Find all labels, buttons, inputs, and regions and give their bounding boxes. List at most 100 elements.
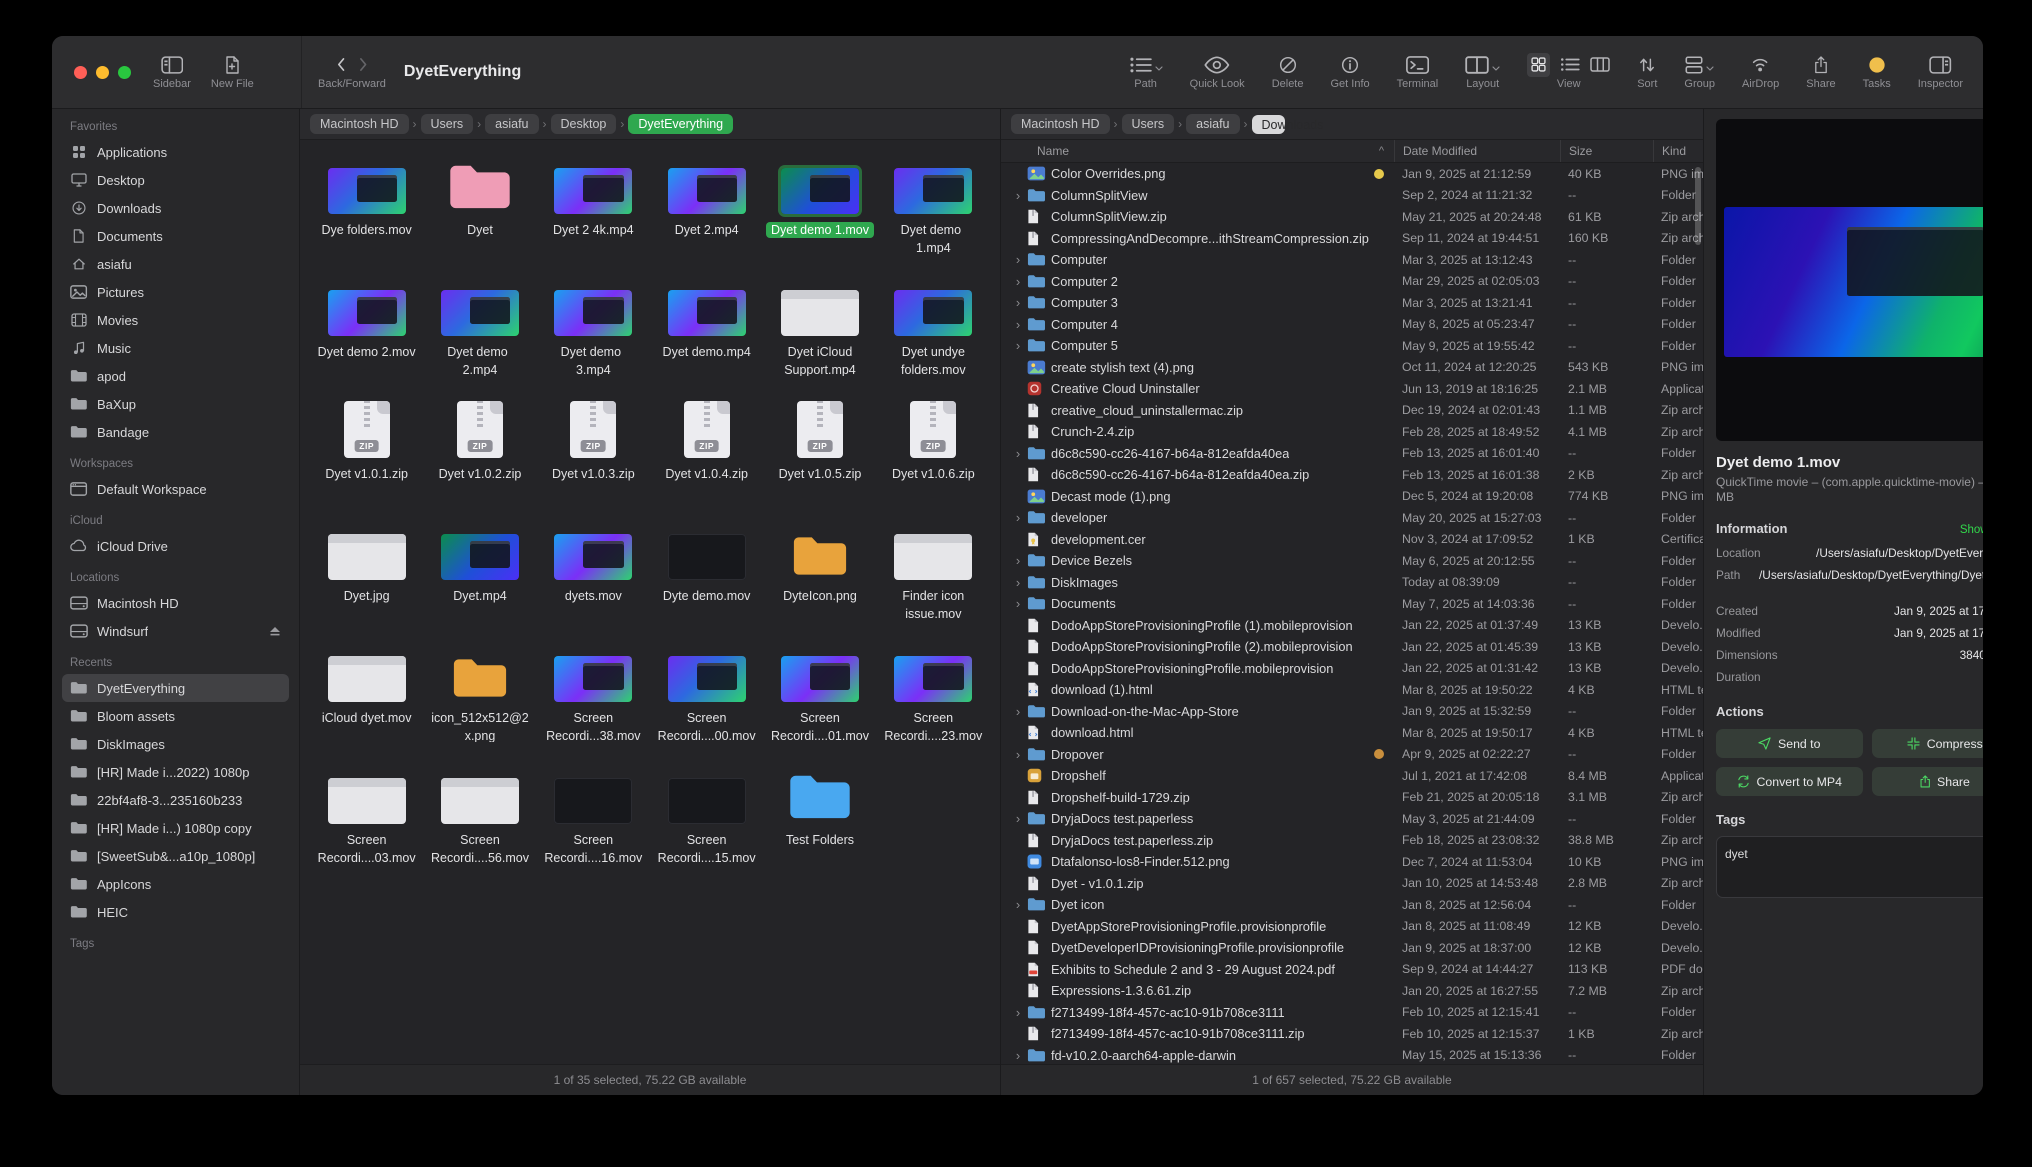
breadcrumb-item-desktop[interactable]: Desktop (551, 114, 617, 134)
breadcrumb-item-users[interactable]: Users (1122, 114, 1175, 134)
file-list-row[interactable]: Color Overrides.pngJan 9, 2025 at 21:12:… (1001, 163, 1703, 185)
file-list-row[interactable]: ›ComputerMar 3, 2025 at 13:12:43--Folder (1001, 249, 1703, 271)
toolbar-get-info-button[interactable]: Get Info (1330, 55, 1369, 90)
toolbar-delete-button[interactable]: Delete (1272, 55, 1304, 90)
minimize-button[interactable] (96, 66, 109, 79)
file-grid-item[interactable]: Screen Recordi....23.mov (877, 640, 990, 762)
eject-icon[interactable] (269, 626, 281, 636)
file-list-row[interactable]: f2713499-18f4-457c-ac10-91b708ce3111.zip… (1001, 1023, 1703, 1045)
expand-chevron-icon[interactable]: › (1009, 748, 1027, 761)
file-grid-item[interactable]: Screen Recordi...38.mov (537, 640, 650, 762)
sidebar-item-pictures[interactable]: Pictures (62, 278, 289, 306)
sidebar-item-baxup[interactable]: BaXup (62, 390, 289, 418)
file-list-row[interactable]: create stylish text (4).pngOct 11, 2024 … (1001, 357, 1703, 379)
expand-chevron-icon[interactable]: › (1009, 576, 1027, 589)
file-grid-item[interactable]: Finder icon issue.mov (877, 518, 990, 640)
file-list-row[interactable]: DodoAppStoreProvisioningProfile (1).mobi… (1001, 615, 1703, 637)
file-list-row[interactable]: d6c8c590-cc26-4167-b64a-812eafda40ea.zip… (1001, 464, 1703, 486)
file-grid-item[interactable]: Dye folders.mov (310, 152, 423, 274)
file-list-row[interactable]: ›fd-v10.2.0-aarch64-apple-darwinMay 15, … (1001, 1045, 1703, 1065)
toolbar-tasks-button[interactable]: Tasks (1863, 55, 1891, 90)
expand-chevron-icon[interactable]: › (1009, 339, 1027, 352)
tags-input-box[interactable]: dyet (1716, 836, 1983, 898)
file-list-row[interactable]: ›Computer 4May 8, 2025 at 05:23:47--Fold… (1001, 314, 1703, 336)
file-list-row[interactable]: ›Device BezelsMay 6, 2025 at 20:12:55--F… (1001, 550, 1703, 572)
action-send-to-button[interactable]: Send to (1716, 729, 1863, 758)
file-grid-item[interactable]: Screen Recordi....16.mov (537, 762, 650, 884)
expand-chevron-icon[interactable]: › (1009, 511, 1027, 524)
file-grid-item[interactable]: DyteIcon.png (763, 518, 876, 640)
column-header-date-modified[interactable]: Date Modified (1394, 140, 1560, 162)
file-list-row[interactable]: ›DryjaDocs test.paperlessMay 3, 2025 at … (1001, 808, 1703, 830)
file-grid-item[interactable]: icon_512x512@2x.png (423, 640, 536, 762)
expand-chevron-icon[interactable]: › (1009, 812, 1027, 825)
sidebar-item-apod[interactable]: apod (62, 362, 289, 390)
sidebar-item-hr-made-i-2022-1080p[interactable]: [HR] Made i...2022) 1080p (62, 758, 289, 786)
toolbar-layout-button[interactable]: Layout (1465, 55, 1500, 90)
file-list-row[interactable]: ›Computer 5May 9, 2025 at 19:55:42--Fold… (1001, 335, 1703, 357)
file-list-row[interactable]: ›ColumnSplitViewSep 2, 2024 at 11:21:32-… (1001, 185, 1703, 207)
file-list-row[interactable]: ›Computer 3Mar 3, 2025 at 13:21:41--Fold… (1001, 292, 1703, 314)
file-list-row[interactable]: ›Dyet iconJan 8, 2025 at 12:56:04--Folde… (1001, 894, 1703, 916)
close-button[interactable] (74, 66, 87, 79)
forward-button[interactable] (359, 57, 368, 72)
file-list-row[interactable]: ›DiskImagesToday at 08:39:09--Folder (1001, 572, 1703, 594)
expand-chevron-icon[interactable]: › (1009, 554, 1027, 567)
file-grid-item[interactable]: Dyet demo 1.mov (763, 152, 876, 274)
sidebar-item-hr-made-i-1080p-copy[interactable]: [HR] Made i...) 1080p copy (62, 814, 289, 842)
file-grid-item[interactable]: Dyet.jpg (310, 518, 423, 640)
file-grid-item[interactable]: Screen Recordi....03.mov (310, 762, 423, 884)
list-icon[interactable] (1560, 55, 1580, 75)
file-list-row[interactable]: ›DropoverApr 9, 2025 at 02:22:27--Folder (1001, 744, 1703, 766)
file-grid-item[interactable]: Dyet demo 3.mp4 (537, 274, 650, 396)
file-grid-item[interactable]: Dyet demo 1.mp4 (877, 152, 990, 274)
sidebar-item-macintosh-hd[interactable]: Macintosh HD (62, 589, 289, 617)
file-grid-item[interactable]: dyets.mov (537, 518, 650, 640)
toolbar-share-button[interactable]: Share (1806, 55, 1835, 90)
toolbar-group-button[interactable]: Group (1684, 55, 1715, 90)
columns-icon[interactable] (1590, 55, 1610, 75)
file-list-row[interactable]: CompressingAndDecompre...ithStreamCompre… (1001, 228, 1703, 250)
expand-chevron-icon[interactable]: › (1009, 898, 1027, 911)
expand-chevron-icon[interactable]: › (1009, 318, 1027, 331)
file-grid-item[interactable]: Dyet demo.mp4 (650, 274, 763, 396)
file-list-row[interactable]: ›Computer 2Mar 29, 2025 at 02:05:03--Fol… (1001, 271, 1703, 293)
breadcrumb-item-users[interactable]: Users (421, 114, 474, 134)
action-share-button[interactable]: Share (1872, 767, 1984, 796)
breadcrumb-item-asiafu[interactable]: asiafu (485, 114, 538, 134)
file-list-row[interactable]: ›developerMay 20, 2025 at 15:27:03--Fold… (1001, 507, 1703, 529)
file-grid-item[interactable]: ZIPDyet v1.0.6.zip (877, 396, 990, 518)
breadcrumb-item-macintosh-hd[interactable]: Macintosh HD (1011, 114, 1110, 134)
expand-chevron-icon[interactable]: › (1009, 275, 1027, 288)
sidebar-item-22bf4af8-3-235160b233[interactable]: 22bf4af8-3...235160b233 (62, 786, 289, 814)
file-grid-item[interactable]: Test Folders (763, 762, 876, 884)
breadcrumb-item-asiafu[interactable]: asiafu (1186, 114, 1239, 134)
column-header-kind[interactable]: Kind (1653, 140, 1703, 162)
breadcrumb-item-downloads[interactable]: Downloads (1252, 115, 1285, 134)
expand-chevron-icon[interactable]: › (1009, 296, 1027, 309)
file-list-row[interactable]: ›DocumentsMay 7, 2025 at 14:03:36--Folde… (1001, 593, 1703, 615)
expand-chevron-icon[interactable]: › (1009, 189, 1027, 202)
sidebar-item-appicons[interactable]: AppIcons (62, 870, 289, 898)
expand-chevron-icon[interactable]: › (1009, 705, 1027, 718)
sidebar-item-desktop[interactable]: Desktop (62, 166, 289, 194)
file-list-row[interactable]: DyetDeveloperIDProvisioningProfile.provi… (1001, 937, 1703, 959)
file-grid-item[interactable]: Dyet 2.mp4 (650, 152, 763, 274)
file-list-row[interactable]: Decast mode (1).pngDec 5, 2024 at 19:20:… (1001, 486, 1703, 508)
file-list-row[interactable]: DodoAppStoreProvisioningProfile (2).mobi… (1001, 636, 1703, 658)
expand-chevron-icon[interactable]: › (1009, 253, 1027, 266)
file-grid-item[interactable]: ZIPDyet v1.0.1.zip (310, 396, 423, 518)
file-grid-item[interactable]: Screen Recordi....15.mov (650, 762, 763, 884)
file-list-row[interactable]: Exhibits to Schedule 2 and 3 - 29 August… (1001, 959, 1703, 981)
file-list-row[interactable]: DyetAppStoreProvisioningProfile.provisio… (1001, 916, 1703, 938)
file-grid-item[interactable]: Dyet 2 4k.mp4 (537, 152, 650, 274)
breadcrumb-item-macintosh-hd[interactable]: Macintosh HD (310, 114, 409, 134)
sidebar-item-music[interactable]: Music (62, 334, 289, 362)
sidebar-item-applications[interactable]: Applications (62, 138, 289, 166)
file-list-row[interactable]: ›Download-on-the-Mac-App-StoreJan 9, 202… (1001, 701, 1703, 723)
file-grid-item[interactable]: Dyet demo 2.mov (310, 274, 423, 396)
zoom-button[interactable] (118, 66, 131, 79)
file-list-row[interactable]: creative_cloud_uninstallermac.zipDec 19,… (1001, 400, 1703, 422)
action-compress-button[interactable]: Compress (1872, 729, 1984, 758)
back-button[interactable] (336, 57, 345, 72)
